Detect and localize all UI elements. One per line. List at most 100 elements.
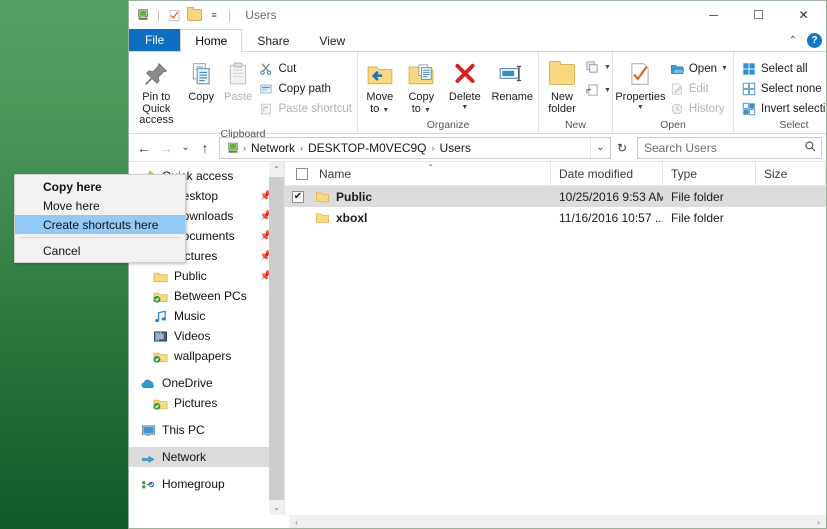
sidebar-item-between-pcs[interactable]: Between PCs — [129, 286, 284, 306]
select-all-button[interactable]: Select all — [739, 59, 826, 78]
maximize-button[interactable]: ☐ — [736, 1, 781, 29]
hscroll-right-button[interactable]: › — [811, 515, 826, 528]
sidebar-item-onedrive[interactable]: OneDrive — [129, 373, 284, 393]
scrollbar-thumb[interactable] — [269, 177, 284, 500]
column-header-size[interactable]: Size — [756, 162, 826, 185]
easy-access-caret-icon[interactable]: ▼ — [604, 87, 611, 94]
table-row[interactable]: xboxl 11/16/2016 10:57 ... File folder — [285, 207, 826, 228]
scroll-down-button[interactable]: ⌄ — [269, 500, 284, 515]
column-header-date-modified[interactable]: Date modified — [551, 162, 663, 185]
row-checkbox[interactable]: ✔ — [292, 190, 304, 203]
context-menu-item-move-here[interactable]: Move here — [15, 196, 185, 215]
pin-to-quick-access-label-1: Pin to Quick — [142, 91, 171, 115]
tab-home[interactable]: Home — [180, 29, 243, 52]
select-all-icon — [741, 61, 757, 77]
homegroup-icon — [139, 476, 157, 492]
network-icon[interactable] — [224, 141, 242, 155]
row-checkbox-cell[interactable]: ✔ — [285, 190, 311, 203]
cut-button[interactable]: Cut — [256, 59, 356, 78]
history-button[interactable]: History — [667, 99, 732, 118]
move-to-button[interactable]: Move to ▼ — [359, 56, 401, 116]
drag-drop-context-menu: Copy here Move here Create shortcuts her… — [14, 174, 186, 263]
ribbon: Pin to Quick access Copy Paste Cut Copy … — [129, 52, 826, 140]
minimize-button[interactable]: ─ — [691, 1, 736, 29]
select-none-button[interactable]: Select none — [739, 79, 826, 98]
copy-button[interactable]: Copy — [183, 56, 220, 104]
column-header-type[interactable]: Type — [663, 162, 756, 185]
qat-dropdown-icon[interactable]: ≡ — [206, 7, 222, 23]
copy-to-icon — [407, 58, 435, 90]
context-menu-item-create-shortcuts-here[interactable]: Create shortcuts here — [15, 215, 185, 234]
new-folder-button[interactable]: New folder — [540, 56, 584, 115]
navigation-pane-scrollbar[interactable]: ⌃ ⌄ — [269, 162, 284, 515]
row-name-cell[interactable]: xboxl — [311, 210, 551, 225]
select-none-icon — [741, 81, 757, 97]
table-row[interactable]: ✔ Public 10/25/2016 9:53 AM File folder — [285, 186, 826, 207]
open-caret-icon[interactable]: ▼ — [721, 65, 728, 72]
refresh-button[interactable]: ↻ — [611, 137, 633, 159]
context-menu-item-cancel[interactable]: Cancel — [15, 241, 185, 260]
sidebar-item-music[interactable]: Music — [129, 306, 284, 326]
hscroll-track[interactable] — [304, 515, 811, 528]
address-dropdown-button[interactable]: ⌄ — [590, 137, 610, 158]
sidebar-item-videos[interactable]: Videos — [129, 326, 284, 346]
nav-group-gap — [129, 366, 284, 373]
search-input[interactable]: Search Users — [638, 141, 799, 155]
breadcrumb-item-network[interactable]: Network — [247, 141, 299, 155]
window-title: Users — [245, 8, 277, 22]
paste-shortcut-icon — [258, 101, 274, 117]
scissors-icon — [258, 61, 274, 77]
column-header-name[interactable]: ⌃ Name — [311, 162, 551, 185]
paste-button[interactable]: Paste — [220, 56, 257, 104]
move-to-caret-icon[interactable]: ▼ — [382, 107, 389, 114]
row-name-cell[interactable]: Public — [311, 189, 551, 204]
computer-icon[interactable] — [135, 7, 151, 23]
context-menu-separator — [21, 237, 179, 238]
copy-to-caret-icon[interactable]: ▼ — [424, 107, 431, 114]
hscroll-left-button[interactable]: ‹ — [289, 515, 304, 528]
copy-icon — [188, 58, 214, 90]
column-header-label: Date modified — [559, 166, 634, 181]
sidebar-item-public[interactable]: Public 📌 — [129, 266, 284, 286]
sidebar-item-onedrive-pictures[interactable]: Pictures — [129, 393, 284, 413]
edit-button[interactable]: Edit — [667, 79, 732, 98]
breadcrumb-item-users[interactable]: Users — [436, 141, 475, 155]
select-all-checkbox-header[interactable] — [285, 162, 311, 185]
easy-access-button[interactable]: ▼ — [584, 81, 611, 100]
sidebar-item-homegroup[interactable]: Homegroup — [129, 474, 284, 494]
sidebar-item-this-pc[interactable]: This PC — [129, 420, 284, 440]
delete-caret-icon[interactable]: ▼ — [461, 104, 468, 111]
new-item-caret-icon[interactable]: ▼ — [604, 64, 611, 71]
search-icon[interactable] — [799, 140, 821, 156]
scroll-up-button[interactable]: ⌃ — [269, 162, 284, 177]
help-icon[interactable]: ? — [807, 32, 822, 48]
properties-caret-icon[interactable]: ▼ — [637, 104, 644, 111]
file-explorer-window: | ≡ | Users ─ ☐ ✕ File Home Share View ⌃… — [128, 0, 827, 529]
delete-button[interactable]: Delete ▼ — [442, 56, 487, 111]
tab-view[interactable]: View — [304, 29, 360, 51]
rename-button[interactable]: Rename — [488, 56, 537, 104]
sidebar-item-wallpapers[interactable]: wallpapers — [129, 346, 284, 366]
pin-to-quick-access-button[interactable]: Pin to Quick access — [130, 56, 183, 127]
paste-shortcut-button[interactable]: Paste shortcut — [256, 99, 356, 118]
properties-button[interactable]: Properties ▼ — [614, 56, 667, 111]
properties-icon[interactable] — [166, 7, 182, 23]
sidebar-item-network[interactable]: Network — [129, 447, 284, 467]
breadcrumb-item-desktop[interactable]: DESKTOP-M0VEC9Q — [304, 141, 430, 155]
horizontal-scrollbar[interactable]: ‹ › — [129, 515, 826, 528]
invert-selection-button[interactable]: Invert selection — [739, 99, 826, 118]
new-item-button[interactable]: ▼ — [584, 58, 611, 77]
copy-path-button[interactable]: Copy path — [256, 79, 356, 98]
context-menu-item-copy-here[interactable]: Copy here — [15, 177, 185, 196]
close-button[interactable]: ✕ — [781, 1, 826, 29]
new-folder-icon[interactable] — [186, 7, 202, 23]
copy-to-button[interactable]: Copy to ▼ — [401, 56, 443, 116]
open-button[interactable]: Open ▼ — [667, 59, 732, 78]
header-checkbox[interactable] — [296, 167, 308, 180]
collapse-ribbon-icon[interactable]: ⌃ — [786, 35, 800, 46]
search-box[interactable]: Search Users — [637, 136, 822, 159]
tab-share[interactable]: Share — [242, 29, 304, 51]
rename-label: Rename — [491, 91, 534, 103]
tab-file[interactable]: File — [129, 29, 181, 51]
synced-folder-icon — [151, 395, 169, 411]
